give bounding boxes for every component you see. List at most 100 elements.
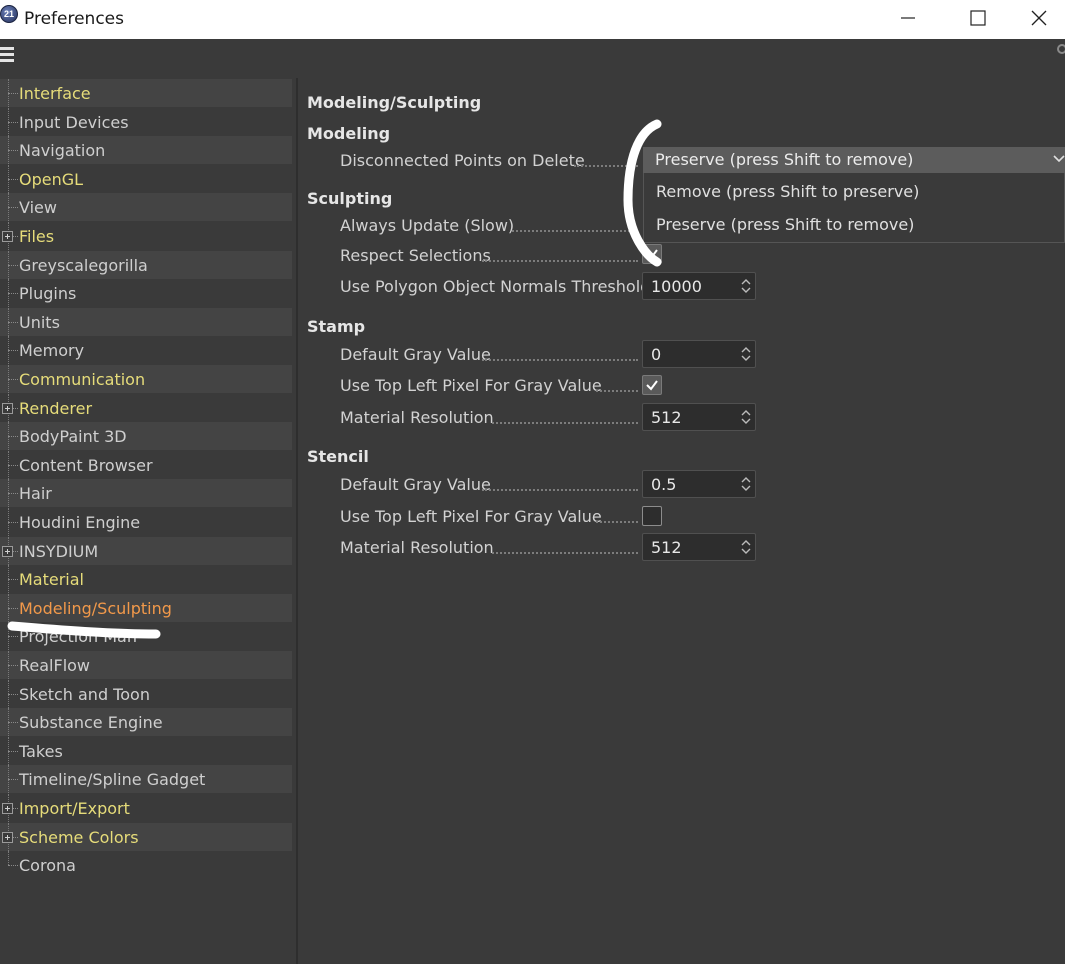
sidebar-item-label: Sketch and Toon (19, 684, 150, 704)
stencil-gray-input[interactable]: 0.5 (642, 470, 756, 498)
sidebar-item-units[interactable]: Units (0, 307, 292, 336)
tree-line (8, 178, 18, 180)
sidebar-item-label: Scheme Colors (19, 827, 139, 847)
row-stencil-gray: Default Gray Value (340, 472, 640, 498)
app-logo-icon: 21 (0, 5, 18, 23)
tree-line (8, 851, 9, 866)
expand-plus-icon[interactable] (2, 402, 13, 414)
section-title-sculpting: Sculpting (307, 189, 393, 208)
sidebar-item-label: Interface (19, 84, 91, 103)
sidebar-item-label: Timeline/Spline Gadget (19, 770, 206, 790)
spin-arrows-icon[interactable] (740, 474, 752, 494)
tree-line (8, 750, 18, 752)
dropdown-option-label: Remove (press Shift to preserve) (656, 182, 920, 201)
sidebar-item-substance-engine[interactable]: Substance Engine (0, 708, 292, 737)
respect-selections-checkbox[interactable] (642, 244, 662, 264)
tree-line (8, 779, 18, 781)
title-bar: 21 Preferences (0, 0, 1065, 39)
row-stencil-topleft: Use Top Left Pixel For Gray Value (340, 504, 640, 530)
sidebar-item-projection-man[interactable]: Projection Man (0, 622, 292, 651)
sidebar-item-communication[interactable]: Communication (0, 365, 292, 393)
sidebar-item-label: Modeling/Sculpting (19, 598, 172, 618)
sidebar-item-corona[interactable]: Corona (0, 851, 292, 879)
sidebar-item-label: Material (19, 570, 84, 590)
sidebar-item-plugins[interactable]: Plugins (0, 279, 292, 308)
close-icon (1031, 10, 1047, 26)
sidebar-item-houdini-engine[interactable]: Houdini Engine (0, 508, 292, 536)
sidebar-item-label: INSYDIUM (19, 541, 99, 561)
sidebar-item-insydium[interactable]: INSYDIUM (0, 536, 292, 565)
sidebar-item-greyscalegorilla[interactable]: Greyscalegorilla (0, 250, 292, 279)
dropdown-option-preserve[interactable]: Preserve (press Shift to remove) (644, 208, 1065, 240)
sidebar-item-sketch-and-toon[interactable]: Sketch and Toon (0, 679, 292, 708)
expand-plus-icon[interactable] (2, 803, 13, 814)
sidebar-item-takes[interactable]: Takes (0, 736, 292, 765)
section-title-modeling: Modeling (307, 124, 391, 143)
expand-plus-icon[interactable] (2, 545, 13, 557)
tree-line (8, 636, 18, 638)
tree-line (8, 522, 18, 523)
stencil-resolution-input[interactable]: 512 (642, 533, 756, 561)
disconnected-points-dropdown[interactable]: Preserve (press Shift to remove) (643, 147, 1065, 173)
sidebar-item-input-devices[interactable]: Input Devices (0, 107, 292, 136)
leader-dots (482, 489, 638, 491)
tree-line (8, 436, 18, 438)
sidebar-item-memory[interactable]: Memory (0, 336, 292, 365)
stencil-resolution-label: Material Resolution (340, 538, 494, 557)
sidebar-item-hair[interactable]: Hair (0, 479, 292, 508)
sidebar-item-label: Projection Man (19, 627, 137, 647)
section-title-stamp: Stamp (307, 317, 366, 336)
expand-plus-icon[interactable] (2, 831, 13, 843)
stencil-topleft-checkbox[interactable] (642, 506, 662, 526)
expand-plus-icon[interactable] (2, 231, 13, 242)
tree-line (8, 865, 18, 867)
stencil-gray-label: Default Gray Value (340, 475, 491, 494)
row-respect-selections: Respect Selections (340, 243, 640, 269)
sidebar-item-label: Greyscalegorilla (19, 255, 148, 275)
sidebar-item-interface[interactable]: Interface (0, 79, 292, 107)
maximize-icon (970, 10, 986, 26)
minimize-button[interactable] (873, 0, 943, 36)
stamp-gray-input[interactable]: 0 (642, 340, 756, 368)
tree-line (8, 93, 18, 94)
search-icon[interactable] (1057, 44, 1065, 54)
sidebar-item-label: Houdini Engine (19, 513, 141, 532)
sidebar-item-label: BodyPaint 3D (19, 427, 127, 447)
sidebar-item-files[interactable]: Files (0, 222, 292, 250)
tree-line (8, 607, 18, 609)
sidebar-item-content-browser[interactable]: Content Browser (0, 450, 292, 479)
normals-threshold-input[interactable]: 10000 (642, 272, 756, 300)
spin-arrows-icon[interactable] (740, 344, 752, 364)
sidebar-item-modeling-sculpting[interactable]: Modeling/Sculpting (0, 593, 292, 622)
spin-arrows-icon[interactable] (740, 407, 752, 427)
tree-line (8, 293, 18, 295)
spin-arrows-icon[interactable] (740, 276, 752, 296)
maximize-button[interactable] (943, 0, 1013, 36)
sidebar-item-label: Files (19, 227, 55, 246)
sidebar-item-label: Input Devices (19, 112, 129, 132)
sidebar-item-scheme-colors[interactable]: Scheme Colors (0, 822, 292, 851)
sidebar-item-renderer[interactable]: Renderer (0, 393, 292, 422)
sidebar-item-navigation[interactable]: Navigation (0, 136, 292, 165)
leader-dots (512, 230, 638, 232)
stamp-topleft-checkbox[interactable] (642, 375, 662, 395)
dropdown-option-remove[interactable]: Remove (press Shift to preserve) (644, 175, 1065, 207)
window-title: Preferences (24, 9, 124, 29)
close-button[interactable] (1013, 0, 1065, 36)
row-disconnected-points: Disconnected Points on Delete (340, 148, 640, 174)
tree-line (8, 150, 18, 152)
tree-line (8, 693, 18, 695)
menu-icon[interactable] (0, 47, 14, 62)
spin-arrows-icon[interactable] (740, 537, 752, 557)
sidebar-item-material[interactable]: Material (0, 565, 292, 594)
sidebar-item-import-export[interactable]: Import/Export (0, 794, 292, 822)
sidebar-item-timeline-spline-gadget[interactable]: Timeline/Spline Gadget (0, 765, 292, 794)
sidebar-item-view[interactable]: View (0, 193, 292, 222)
stamp-resolution-input[interactable]: 512 (642, 403, 756, 431)
sidebar-item-realflow[interactable]: RealFlow (0, 651, 292, 679)
normals-threshold-label: Use Polygon Object Normals Threshold (340, 277, 651, 296)
sidebar-item-bodypaint-3d[interactable]: BodyPaint 3D (0, 422, 292, 451)
stamp-topleft-label: Use Top Left Pixel For Gray Value (340, 376, 602, 395)
sidebar-item-label: OpenGL (19, 169, 84, 189)
sidebar-item-opengl[interactable]: OpenGL (0, 164, 292, 193)
